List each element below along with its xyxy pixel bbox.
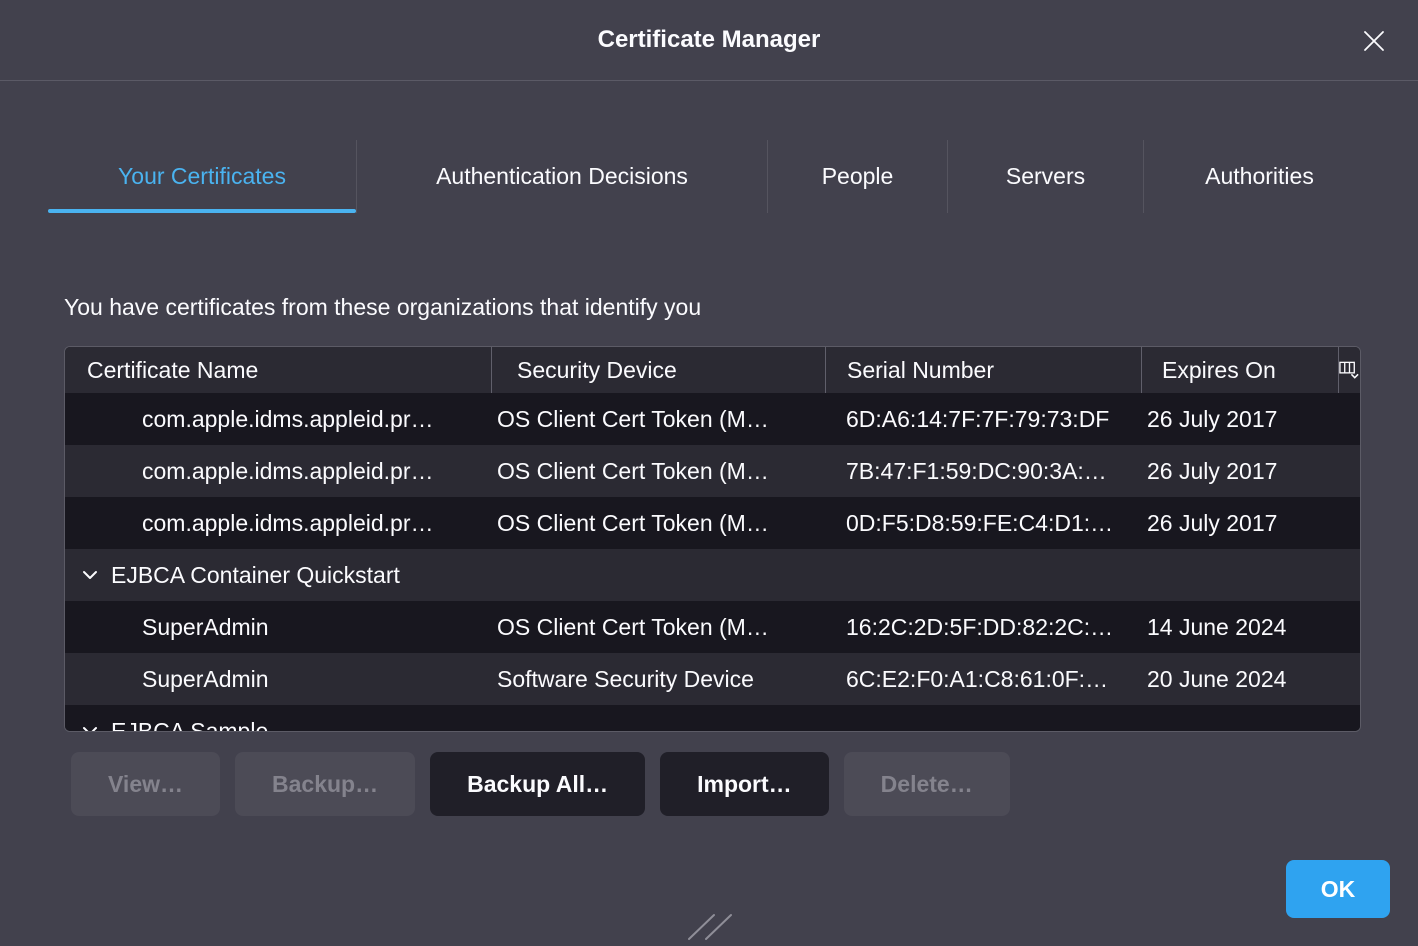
- cell-security-device: Software Security Device: [491, 666, 825, 693]
- tab-people[interactable]: People: [767, 140, 947, 213]
- cell-expires-on: 26 July 2017: [1141, 406, 1338, 433]
- cell-serial-number: 16:2C:2D:5F:DD:82:2C:…: [825, 614, 1141, 641]
- cell-security-device: OS Client Cert Token (M…: [491, 614, 825, 641]
- group-row-ejbca-container-quickstart[interactable]: EJBCA Container Quickstart: [65, 549, 1360, 601]
- column-header-security-device[interactable]: Security Device: [491, 347, 825, 393]
- tab-label: People: [822, 163, 894, 190]
- cell-security-device: OS Client Cert Token (M…: [491, 510, 825, 537]
- dialog-title: Certificate Manager: [598, 26, 821, 54]
- table-header: Certificate Name Security Device Serial …: [65, 347, 1360, 393]
- close-icon: [1361, 28, 1387, 54]
- column-header-label: Security Device: [517, 357, 677, 384]
- tab-label: Your Certificates: [118, 163, 286, 190]
- group-label: EJBCA Sample: [111, 718, 268, 733]
- tab-servers[interactable]: Servers: [947, 140, 1143, 213]
- intro-text: You have certificates from these organiz…: [64, 294, 701, 321]
- cell-expires-on: 14 June 2024: [1141, 614, 1338, 641]
- column-header-label: Serial Number: [847, 357, 994, 384]
- tab-label: Authentication Decisions: [436, 163, 688, 190]
- cell-expires-on: 26 July 2017: [1141, 510, 1338, 537]
- cell-certificate-name: com.apple.idms.appleid.pr…: [65, 458, 491, 485]
- close-button[interactable]: [1358, 25, 1390, 57]
- cell-certificate-name: SuperAdmin: [65, 666, 491, 693]
- import-button[interactable]: Import…: [660, 752, 829, 816]
- cell-expires-on: 20 June 2024: [1141, 666, 1338, 693]
- backup-button[interactable]: Backup…: [235, 752, 415, 816]
- tab-bar: Your Certificates Authentication Decisio…: [48, 140, 1375, 213]
- cell-certificate-name: com.apple.idms.appleid.pr…: [65, 510, 491, 537]
- titlebar: Certificate Manager: [0, 0, 1418, 81]
- backup-all-button[interactable]: Backup All…: [430, 752, 645, 816]
- cell-certificate-name: com.apple.idms.appleid.pr…: [65, 406, 491, 433]
- table-row[interactable]: SuperAdmin Software Security Device 6C:E…: [65, 653, 1360, 705]
- cell-security-device: OS Client Cert Token (M…: [491, 406, 825, 433]
- tab-label: Authorities: [1205, 163, 1314, 190]
- tab-authorities[interactable]: Authorities: [1143, 140, 1375, 213]
- table-row[interactable]: com.apple.idms.appleid.pr… OS Client Cer…: [65, 393, 1360, 445]
- resize-grip-icon: [686, 913, 746, 941]
- view-button[interactable]: View…: [71, 752, 220, 816]
- cell-serial-number: 7B:47:F1:59:DC:90:3A:…: [825, 458, 1141, 485]
- group-row-partial[interactable]: EJBCA Sample: [65, 705, 1360, 732]
- column-header-serial-number[interactable]: Serial Number: [825, 347, 1141, 393]
- ok-button[interactable]: OK: [1286, 860, 1390, 918]
- tab-your-certificates[interactable]: Your Certificates: [48, 140, 356, 213]
- certificates-table: Certificate Name Security Device Serial …: [64, 346, 1361, 732]
- cell-serial-number: 6D:A6:14:7F:7F:79:73:DF: [825, 406, 1141, 433]
- tab-authentication-decisions[interactable]: Authentication Decisions: [356, 140, 767, 213]
- column-header-certificate-name[interactable]: Certificate Name: [65, 347, 491, 393]
- cell-certificate-name: SuperAdmin: [65, 614, 491, 641]
- cell-security-device: OS Client Cert Token (M…: [491, 458, 825, 485]
- cell-serial-number: 6C:E2:F0:A1:C8:61:0F:…: [825, 666, 1141, 693]
- table-row[interactable]: com.apple.idms.appleid.pr… OS Client Cer…: [65, 445, 1360, 497]
- cell-expires-on: 26 July 2017: [1141, 458, 1338, 485]
- cell-serial-number: 0D:F5:D8:59:FE:C4:D1:…: [825, 510, 1141, 537]
- chevron-down-icon[interactable]: [82, 726, 98, 732]
- column-header-label: Certificate Name: [87, 357, 258, 384]
- group-label: EJBCA Container Quickstart: [111, 562, 400, 589]
- column-header-label: Expires On: [1162, 357, 1276, 384]
- table-row[interactable]: SuperAdmin OS Client Cert Token (M… 16:2…: [65, 601, 1360, 653]
- column-picker-button[interactable]: [1338, 347, 1360, 393]
- delete-button[interactable]: Delete…: [844, 752, 1010, 816]
- table-row[interactable]: com.apple.idms.appleid.pr… OS Client Cer…: [65, 497, 1360, 549]
- resize-grip[interactable]: [686, 913, 746, 946]
- column-header-expires-on[interactable]: Expires On: [1141, 347, 1338, 393]
- action-buttons: View… Backup… Backup All… Import… Delete…: [71, 752, 1010, 816]
- tab-label: Servers: [1006, 163, 1085, 190]
- column-picker-icon: [1339, 361, 1360, 379]
- table-body: com.apple.idms.appleid.pr… OS Client Cer…: [65, 393, 1360, 732]
- chevron-down-icon[interactable]: [82, 570, 98, 580]
